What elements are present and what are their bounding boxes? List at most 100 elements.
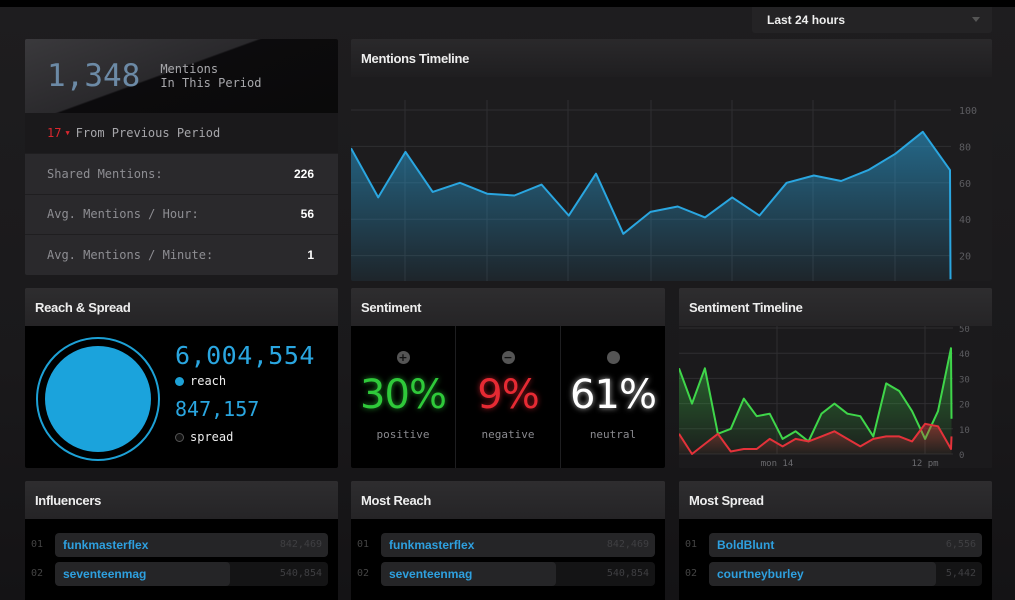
user-link[interactable]: funkmasterflex	[389, 538, 474, 552]
dashboard: Last 24 hours 1,348 Mentions In This Per…	[0, 7, 1015, 600]
y-tick-label: 50	[959, 326, 970, 335]
time-range-value: Last 24 hours	[767, 13, 846, 27]
chevron-down-icon	[972, 17, 980, 22]
list-item-bar[interactable]: courtneyburley 5,442	[709, 561, 982, 586]
sentiment-panel: Sentiment + 30% positive − 9% negative 6…	[351, 288, 665, 468]
triangle-down-icon: ▼	[65, 129, 70, 137]
spread-legend: spread	[175, 430, 233, 444]
y-tick-label: 20	[959, 401, 970, 411]
list-item: 01 funkmasterflex 842,469	[31, 532, 328, 557]
list-item-bar[interactable]: funkmasterflex 842,469	[55, 532, 328, 557]
y-tick-label: 20	[959, 252, 971, 263]
list-item: 02 seventeenmag 540,854	[31, 561, 328, 586]
sentiment-body: + 30% positive − 9% negative 61% neutral	[351, 326, 665, 468]
panel-title: Most Reach	[351, 481, 665, 519]
reach-label: reach	[190, 374, 227, 388]
y-tick-label: 40	[959, 215, 971, 226]
mentions-hero: 1,348 Mentions In This Period	[25, 39, 338, 113]
y-tick-label: 10	[959, 426, 970, 436]
list-item-bar[interactable]: BoldBlunt 6,556	[709, 532, 982, 557]
user-link[interactable]: funkmasterflex	[63, 538, 148, 552]
spread-dot-icon	[175, 432, 184, 442]
x-tick-label: 12 pm	[911, 459, 938, 468]
list-body: 01 funkmasterflex 842,469 02 seventeenmag 540…	[351, 519, 665, 600]
user-link[interactable]: BoldBlunt	[717, 538, 774, 552]
rank: 01	[685, 539, 698, 550]
sentiment-timeline-chart: 0 10 20 30 40 50 mon 14 12 pm	[679, 318, 970, 468]
item-value: 540,854	[279, 568, 322, 579]
delta-value: 17	[47, 126, 62, 140]
reach-legend: reach	[175, 374, 226, 388]
stat-label: Avg. Mentions / Hour:	[47, 207, 199, 222]
stat-row-per-minute: Avg. Mentions / Minute: 1	[25, 234, 338, 275]
panel-title: Sentiment	[351, 288, 665, 326]
delta-label: From Previous Period	[75, 126, 221, 140]
item-value: 842,469	[279, 539, 322, 550]
reach-spread-body: 6,004,554 reach 847,157 spread	[25, 326, 338, 468]
y-tick-label: 80	[959, 142, 971, 153]
negative-percent: 9%	[477, 372, 539, 418]
stat-label: Avg. Mentions / Minute:	[47, 247, 214, 262]
mentions-timeline-chart: 02040608010006 PM09 PMMon 1403 AM06 AM09…	[351, 100, 977, 281]
rank: 02	[357, 568, 370, 579]
reach-value: 6,004,554	[175, 341, 315, 370]
reach-spread-panel: Reach & Spread 6,004,554 reach 847,157 s…	[25, 288, 338, 468]
item-value: 6,556	[945, 539, 976, 550]
list-body: 01 funkmasterflex 842,469 02 seventeenmag 540…	[25, 519, 338, 600]
sentiment-timeline-panel: Sentiment Timeline 0 10 20 30 40 50 mon 14 12 p…	[679, 288, 992, 468]
item-value: 5,442	[945, 568, 976, 579]
list-body: 01 BoldBlunt 6,556 02 courtneyburley 5,442	[679, 519, 992, 600]
neutral-circle-icon	[606, 351, 620, 364]
plus-circle-icon: +	[396, 351, 410, 364]
rank: 01	[357, 539, 370, 550]
y-tick-label: 0	[959, 451, 964, 461]
mentions-label-line1: Mentions	[160, 62, 219, 76]
panel-title: Sentiment Timeline	[679, 288, 992, 326]
item-value: 842,469	[606, 539, 649, 550]
mentions-timeline-panel: Mentions Timeline 02040608010006 PM09 PM…	[351, 39, 992, 281]
minus-circle-icon: −	[501, 351, 515, 364]
mentions-summary-panel: 1,348 Mentions In This Period 17 ▼ From …	[25, 39, 338, 275]
reach-dot-icon	[175, 376, 184, 386]
sentiment-neutral: 61% neutral	[560, 326, 665, 468]
list-item: 01 BoldBlunt 6,556	[685, 532, 982, 557]
stat-label: Shared Mentions:	[47, 166, 163, 181]
sentiment-positive: + 30% positive	[351, 326, 455, 468]
user-link[interactable]: seventeenmag	[63, 567, 146, 581]
stat-row-per-hour: Avg. Mentions / Hour: 56	[25, 193, 338, 235]
y-tick-label: 40	[959, 350, 970, 360]
time-range-select[interactable]: Last 24 hours	[752, 7, 992, 33]
y-tick-label: 60	[959, 179, 971, 190]
rank: 02	[31, 568, 44, 579]
mentions-label-line2: In This Period	[160, 76, 262, 90]
y-tick-label: 30	[959, 375, 970, 385]
y-tick-label: 100	[959, 106, 977, 117]
stat-row-shared: Shared Mentions: 226	[25, 153, 338, 194]
rank: 01	[31, 539, 44, 550]
most-reach-panel: Most Reach 01 funkmasterflex 842,469 02 seve…	[351, 481, 665, 600]
stat-value: 1	[307, 247, 314, 262]
influencers-panel: Influencers 01 funkmasterflex 842,469 02 sev…	[25, 481, 338, 600]
list-item: 01 funkmasterflex 842,469	[357, 532, 655, 557]
neutral-label: neutral	[589, 428, 637, 441]
panel-title: Most Spread	[679, 481, 992, 519]
x-tick-label: mon 14	[761, 459, 794, 468]
spread-label: spread	[190, 430, 234, 444]
mentions-total: 1,348	[47, 58, 141, 94]
list-item-bar[interactable]: funkmasterflex 842,469	[381, 532, 655, 557]
mentions-total-label: Mentions In This Period	[160, 62, 261, 90]
neutral-percent: 61%	[570, 372, 657, 418]
positive-percent: 30%	[360, 372, 447, 418]
user-link[interactable]: courtneyburley	[717, 567, 804, 581]
reach-circle-icon	[36, 337, 160, 461]
stat-value: 56	[300, 207, 314, 222]
panel-title: Mentions Timeline	[351, 39, 992, 77]
user-link[interactable]: seventeenmag	[389, 567, 472, 581]
negative-label: negative	[481, 428, 535, 441]
delta-row: 17 ▼ From Previous Period	[25, 113, 338, 153]
list-item: 02 courtneyburley 5,442	[685, 561, 982, 586]
panel-title: Reach & Spread	[25, 288, 338, 326]
panel-title: Influencers	[25, 481, 338, 519]
list-item-bar[interactable]: seventeenmag 540,854	[381, 561, 655, 586]
list-item-bar[interactable]: seventeenmag 540,854	[55, 561, 328, 586]
